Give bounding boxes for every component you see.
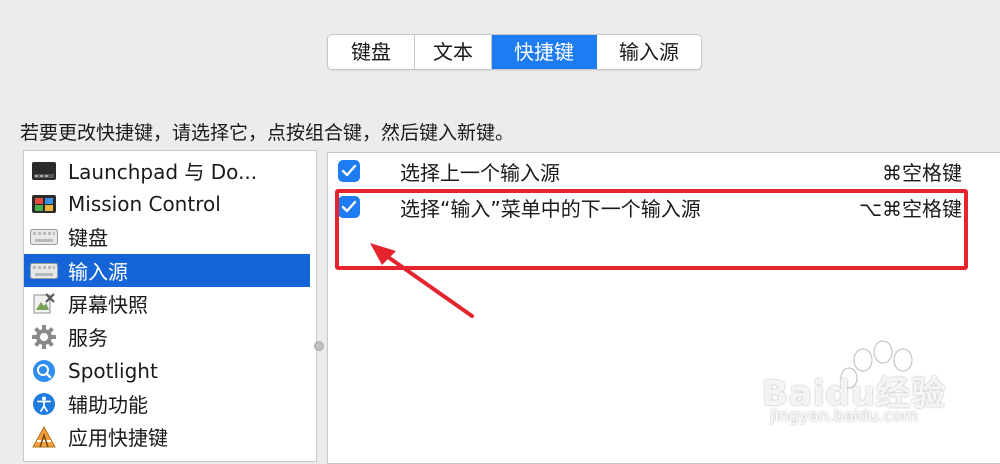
watermark-url: jingyan.baidu.com: [770, 406, 918, 425]
shortcut-key[interactable]: ⌘空格键: [882, 157, 962, 186]
panel-splitter[interactable]: [315, 150, 325, 460]
category-spotlight[interactable]: Spotlight: [24, 354, 310, 387]
category-services[interactable]: 服务: [24, 320, 310, 353]
category-accessibility[interactable]: 辅助功能: [24, 387, 310, 420]
category-label: Mission Control: [68, 191, 221, 216]
category-mission-control[interactable]: Mission Control: [24, 187, 310, 220]
category-keyboard[interactable]: 键盘: [24, 220, 310, 253]
accessibility-icon: [30, 392, 58, 416]
category-list: Launchpad 与 Do... Mission Control 键盘 输入源…: [23, 150, 317, 462]
splitter-handle[interactable]: [314, 341, 324, 351]
category-input-sources[interactable]: 输入源: [24, 254, 310, 287]
category-label: 输入源: [68, 260, 128, 284]
category-label: 辅助功能: [68, 393, 148, 417]
instruction-text: 若要更改快捷键，请选择它，点按组合键，然后键入新键。: [20, 122, 515, 144]
tab-shortcuts[interactable]: 快捷键: [492, 35, 597, 69]
tab-keyboard[interactable]: 键盘: [328, 35, 415, 69]
tab-bar: 键盘 文本 快捷键 输入源: [327, 34, 702, 70]
category-label: 服务: [68, 326, 108, 350]
launchpad-icon: [30, 159, 58, 183]
category-label: 键盘: [68, 226, 108, 250]
keyboard-icon: [30, 259, 58, 283]
tab-text[interactable]: 文本: [415, 35, 492, 69]
gear-icon: [30, 324, 58, 349]
mission-control-icon: [30, 192, 58, 216]
category-launchpad[interactable]: Launchpad 与 Do...: [24, 154, 310, 187]
shortcut-label: 选择上一个输入源: [400, 161, 560, 185]
shortcut-row[interactable]: 选择上一个输入源 ⌘空格键: [328, 154, 1000, 188]
category-label: Launchpad 与 Do...: [68, 160, 258, 184]
app-shortcuts-icon: [30, 425, 58, 449]
category-app-shortcuts[interactable]: 应用快捷键: [24, 420, 310, 453]
category-label: 应用快捷键: [68, 426, 168, 450]
tab-input-sources[interactable]: 输入源: [597, 35, 701, 69]
keyboard-icon: [30, 225, 58, 249]
annotation-arrow-icon: [370, 243, 474, 318]
category-screenshots[interactable]: 屏幕快照: [24, 287, 310, 320]
category-label: Spotlight: [68, 358, 158, 383]
screenshot-icon: [30, 292, 58, 316]
shortcut-checkbox[interactable]: [338, 160, 360, 182]
spotlight-icon: [30, 359, 58, 383]
category-label: 屏幕快照: [68, 293, 148, 317]
checkmark-icon: [341, 164, 357, 177]
